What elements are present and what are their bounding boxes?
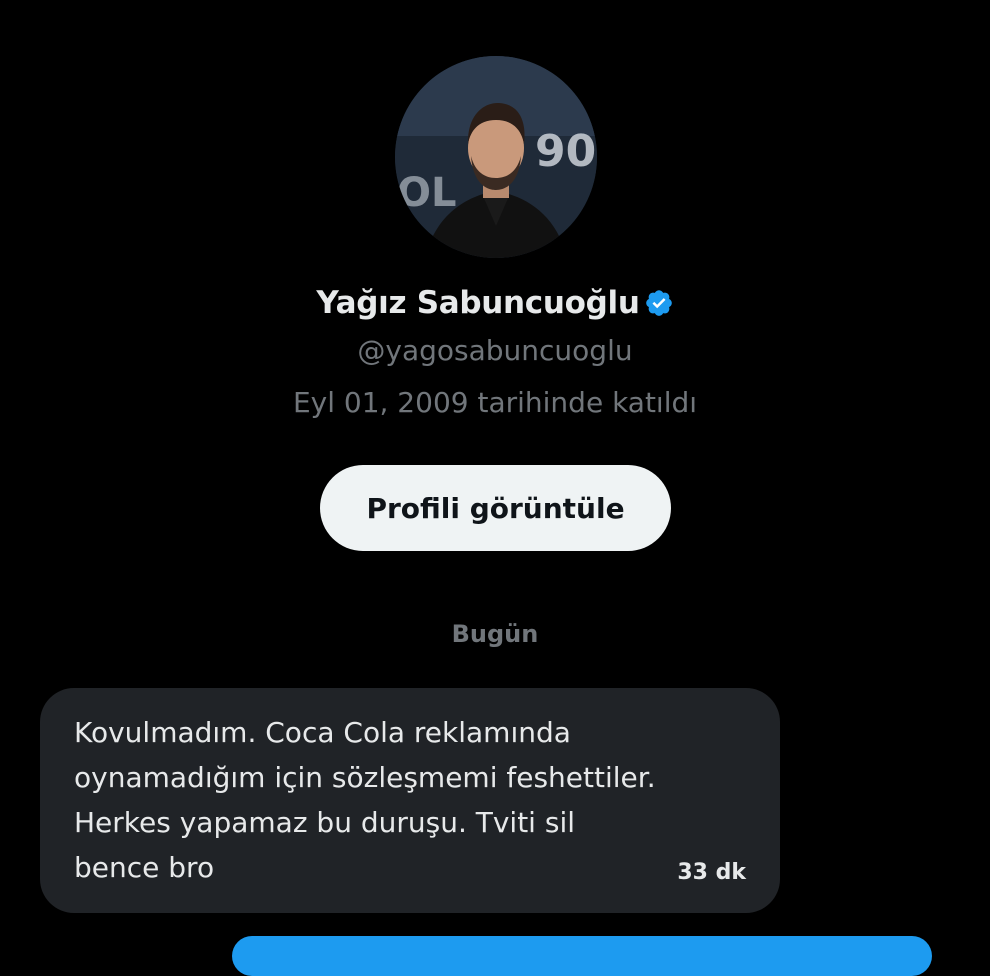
profile-name-row: Yağız Sabuncuoğlu <box>0 278 990 328</box>
display-name: Yağız Sabuncuoğlu <box>316 285 640 321</box>
view-profile-button[interactable]: Profili görüntüle <box>320 465 671 551</box>
outgoing-message-bubble[interactable] <box>232 936 932 976</box>
message-text: Kovulmadım. Coca Cola reklamında oynamad… <box>74 716 656 884</box>
incoming-message-bubble[interactable]: Kovulmadım. Coca Cola reklamında oynamad… <box>40 688 780 913</box>
date-separator: Bugün <box>451 620 539 648</box>
joined-date: Eyl 01, 2009 tarihinde katıldı <box>292 386 698 419</box>
svg-text:90: 90 <box>535 126 596 177</box>
profile-handle: @yagosabuncuoglu <box>357 334 633 367</box>
svg-text:OL: OL <box>397 170 457 216</box>
avatar-photo: 90 OL <box>395 56 597 258</box>
verified-badge-icon <box>644 288 674 318</box>
message-timestamp: 33 dk <box>677 860 746 885</box>
avatar[interactable]: 90 OL <box>395 56 597 258</box>
